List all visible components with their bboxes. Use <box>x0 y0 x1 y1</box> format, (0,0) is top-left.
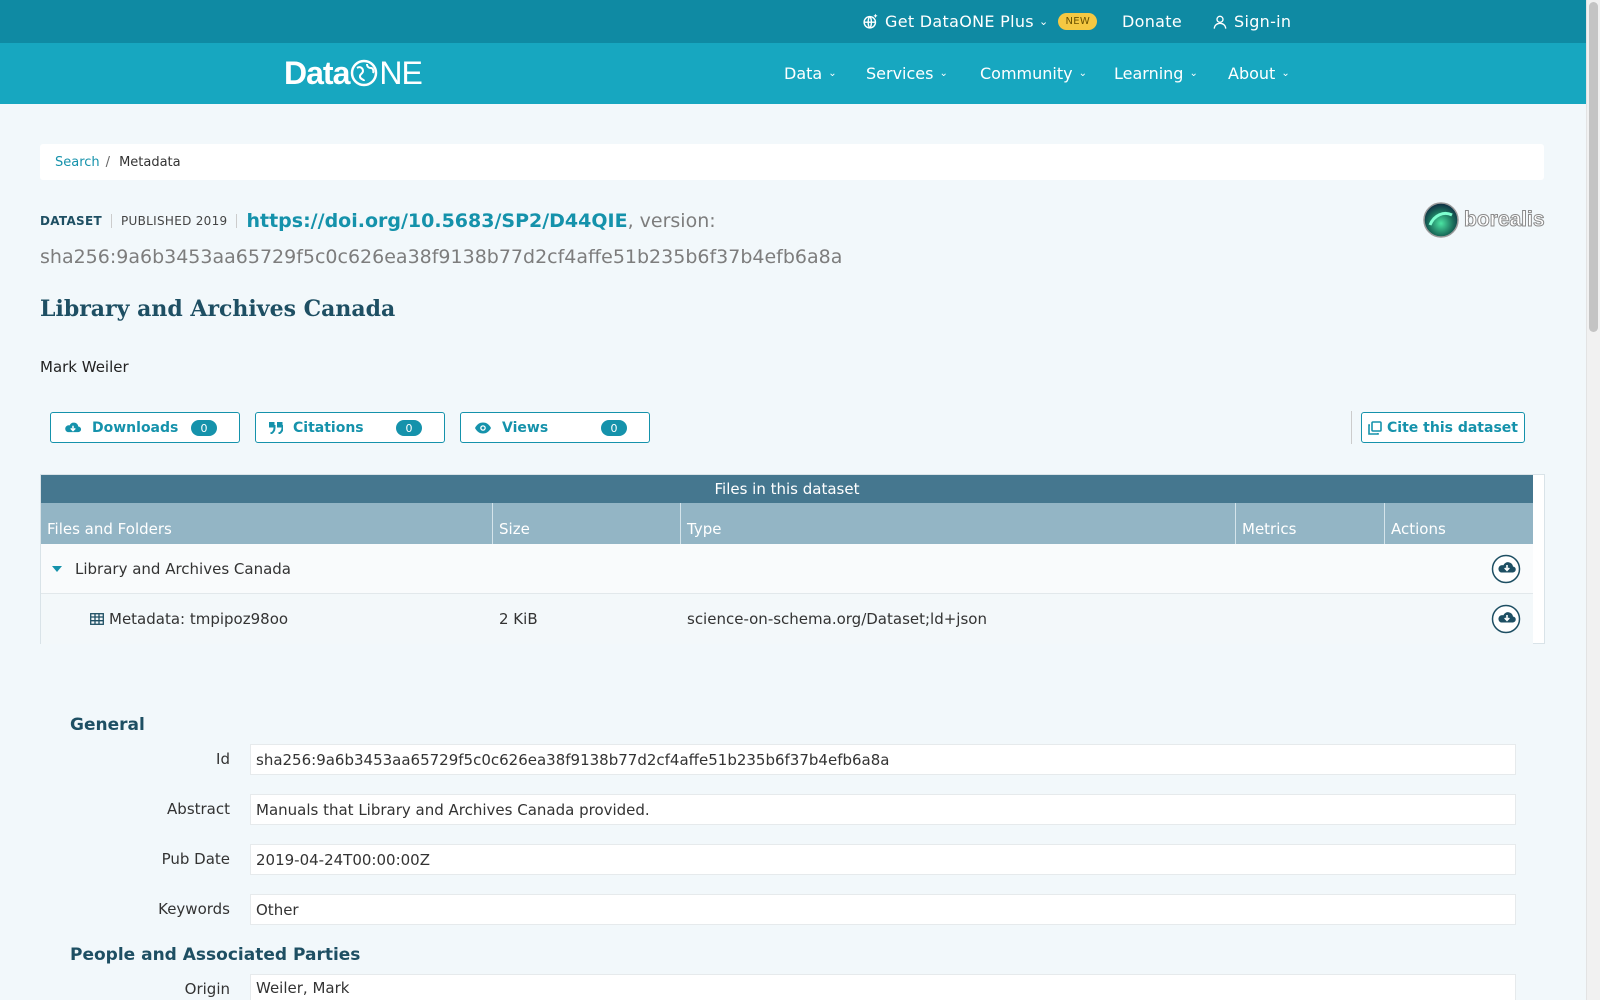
dataset-title: Library and Archives Canada <box>40 296 396 322</box>
breadcrumb: Search / Metadata <box>40 144 1544 180</box>
version-label: , version: <box>627 210 716 232</box>
logo-ne-text: NE <box>379 54 422 91</box>
general-section-title: General <box>70 715 145 735</box>
dataset-author[interactable]: Mark Weiler <box>40 358 129 376</box>
table-row-file[interactable]: Metadata: tmpipoz98oo 2 KiB science-on-s… <box>41 594 1533 644</box>
new-badge: NEW <box>1058 13 1098 30</box>
chevron-down-icon: ⌄ <box>828 68 837 79</box>
globe-sparkle-icon <box>863 13 878 29</box>
col-header-files: Files and Folders <box>41 503 493 544</box>
downloads-button[interactable]: Downloads 0 <box>50 412 240 443</box>
field-label-pub-date: Pub Date <box>161 850 230 868</box>
donate-link[interactable]: Donate <box>1122 0 1182 43</box>
people-section-title: People and Associated Parties <box>70 945 361 965</box>
col-header-actions: Actions <box>1391 520 1446 538</box>
logo-data-text: Data <box>284 54 350 91</box>
breadcrumb-search-link[interactable]: Search <box>55 155 100 170</box>
field-value-pub-date: 2019-04-24T00:00:00Z <box>250 844 1516 875</box>
copy-icon <box>1368 420 1382 435</box>
cite-label: Cite this dataset <box>1387 419 1518 436</box>
nav-about-label: About <box>1228 64 1276 83</box>
nav-about[interactable]: About ⌄ <box>1228 43 1290 104</box>
file-type: science-on-schema.org/Dataset;ld+json <box>687 610 987 628</box>
file-name[interactable]: Metadata: tmpipoz98oo <box>109 594 288 644</box>
top-utility-bar: Get DataONE Plus ⌄ NEW Donate Sign-in <box>0 0 1586 43</box>
views-label: Views <box>502 419 549 436</box>
sign-in-label: Sign-in <box>1234 12 1292 31</box>
field-label-abstract: Abstract <box>167 800 230 818</box>
nav-services-label: Services <box>866 64 934 83</box>
nav-learning-label: Learning <box>1114 64 1184 83</box>
logo-one: NE <box>349 54 423 92</box>
files-table-caption: Files in this dataset <box>41 475 1533 503</box>
dataset-meta-line: DATASET PUBLISHED 2019 https://doi.org/1… <box>40 206 716 236</box>
get-dataone-plus-menu[interactable]: Get DataONE Plus ⌄ NEW <box>862 0 1098 43</box>
field-label-origin: Origin <box>184 980 230 998</box>
breadcrumb-current: Metadata <box>119 154 181 170</box>
published-label: PUBLISHED 2019 <box>120 214 228 228</box>
cite-this-dataset-button[interactable]: Cite this dataset <box>1361 412 1525 443</box>
borealis-repository-logo[interactable]: borealis <box>1422 200 1546 240</box>
page-scrollbar-thumb[interactable] <box>1589 2 1598 332</box>
nav-learning[interactable]: Learning ⌄ <box>1114 43 1198 104</box>
sign-in-link[interactable]: Sign-in <box>1212 0 1291 43</box>
version-hash: sha256:9a6b3453aa65729f5c0c626ea38f9138b… <box>40 246 843 268</box>
cite-divider <box>1351 411 1352 444</box>
dataset-type-label: DATASET <box>40 214 102 228</box>
col-header-size: Size <box>493 503 681 544</box>
chevron-down-icon: ⌄ <box>1038 15 1049 28</box>
views-count: 0 <box>601 420 627 436</box>
col-header-type: Type <box>681 503 1236 544</box>
citations-count: 0 <box>396 420 422 436</box>
citations-button[interactable]: Citations 0 <box>255 412 445 443</box>
files-table: Files in this dataset Files and Folders … <box>40 474 1545 644</box>
meta-divider <box>236 214 238 228</box>
cloud-download-icon <box>65 422 82 432</box>
nav-community[interactable]: Community ⌄ <box>980 43 1087 104</box>
file-download-button[interactable] <box>1491 594 1523 644</box>
meta-divider <box>110 214 112 228</box>
get-dataone-plus-label: Get DataONE Plus <box>885 12 1034 31</box>
field-label-id: Id <box>216 750 230 768</box>
caret-down-icon[interactable] <box>51 544 63 594</box>
field-value-abstract: Manuals that Library and Archives Canada… <box>250 794 1516 825</box>
quote-icon <box>269 421 283 434</box>
field-value-origin: Weiler, Mark <box>250 974 1516 1000</box>
dataone-logo[interactable]: Data NE <box>284 54 423 92</box>
chevron-down-icon: ⌄ <box>1189 68 1198 79</box>
chevron-down-icon: ⌄ <box>1281 68 1290 79</box>
main-navbar: Data NE Data ⌄ Services ⌄ Community ⌄ Le… <box>0 43 1586 104</box>
downloads-label: Downloads <box>92 419 179 436</box>
col-header-metrics: Metrics <box>1236 503 1385 544</box>
field-value-id: sha256:9a6b3453aa65729f5c0c626ea38f9138b… <box>250 744 1516 775</box>
folder-download-button[interactable] <box>1491 544 1523 594</box>
chevron-down-icon: ⌄ <box>1078 68 1087 79</box>
files-table-header: Files and Folders Size Type Metrics Acti… <box>41 503 1533 544</box>
file-size: 2 KiB <box>499 610 538 628</box>
borealis-wordmark: borealis <box>1464 208 1546 232</box>
table-row-folder[interactable]: Library and Archives Canada <box>41 544 1533 594</box>
circle-download-icon <box>1491 554 1521 584</box>
nav-community-label: Community <box>980 64 1073 83</box>
citations-label: Citations <box>293 419 364 436</box>
doi-link[interactable]: https://doi.org/10.5683/SP2/D44QIE <box>246 210 627 232</box>
breadcrumb-separator: / <box>105 154 111 170</box>
nav-services[interactable]: Services ⌄ <box>866 43 948 104</box>
downloads-count: 0 <box>191 420 217 436</box>
aurora-globe-icon <box>1423 202 1459 238</box>
circle-download-icon <box>1491 604 1521 634</box>
field-value-keywords: Other <box>250 894 1516 925</box>
nav-data-label: Data <box>784 64 823 83</box>
table-icon <box>90 594 104 644</box>
user-icon <box>1213 15 1227 29</box>
chevron-down-icon: ⌄ <box>939 68 948 79</box>
globe-icon <box>351 59 378 87</box>
folder-name: Library and Archives Canada <box>75 560 291 578</box>
field-label-keywords: Keywords <box>158 900 230 918</box>
nav-data[interactable]: Data ⌄ <box>784 43 837 104</box>
eye-icon <box>475 422 491 433</box>
views-button[interactable]: Views 0 <box>460 412 650 443</box>
